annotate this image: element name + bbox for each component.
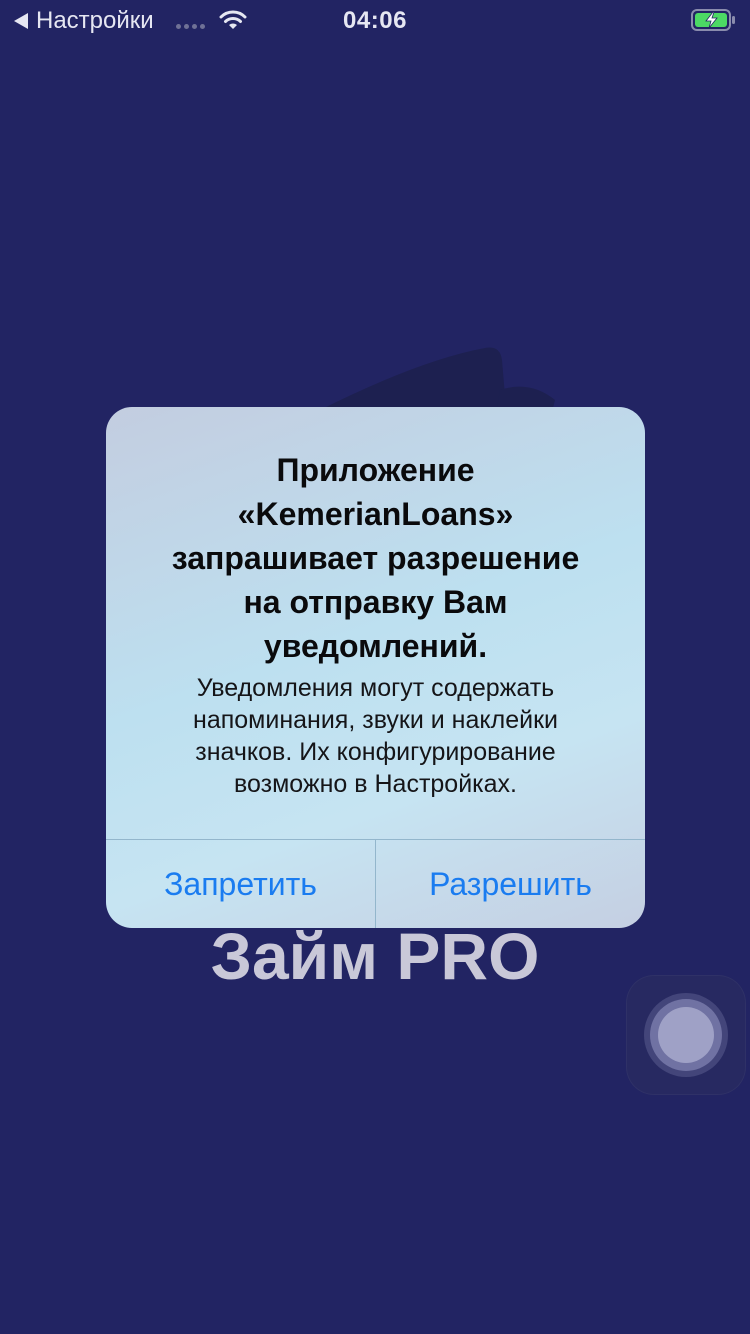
alert-message-line: возможно в Настройках. (233, 770, 518, 798)
alert-title: Приложение «KemerianLoans» запрашивает р… (136, 448, 615, 668)
allow-button[interactable]: Разрешить (376, 840, 645, 928)
alert-title-line: запрашивает разрешение (171, 540, 580, 576)
deny-button[interactable]: Запретить (106, 840, 375, 928)
alert-body: Приложение «KemerianLoans» запрашивает р… (106, 407, 645, 839)
assistive-touch-knob (658, 1007, 714, 1063)
alert-message-line: напоминания, звуки и наклейки (193, 706, 558, 734)
alert-message-line: Уведомления могут содержать (196, 674, 555, 702)
alert-title-line: Приложение (276, 452, 475, 488)
alert-message: Уведомления могут содержать напоминания,… (136, 672, 615, 800)
notification-permission-alert: Приложение «KemerianLoans» запрашивает р… (106, 407, 645, 928)
assistive-touch-button[interactable] (626, 975, 746, 1095)
alert-title-line: уведомлений. (263, 628, 488, 664)
status-time: 04:06 (343, 7, 407, 34)
alert-title-line: на отправку Вам (243, 584, 508, 620)
alert-message-line: значков. Их конфигурирование (195, 738, 556, 766)
alert-title-line: «KemerianLoans» (237, 496, 514, 532)
battery-charging-icon (691, 9, 735, 31)
status-bar: Настройки 04:06 (0, 0, 750, 42)
